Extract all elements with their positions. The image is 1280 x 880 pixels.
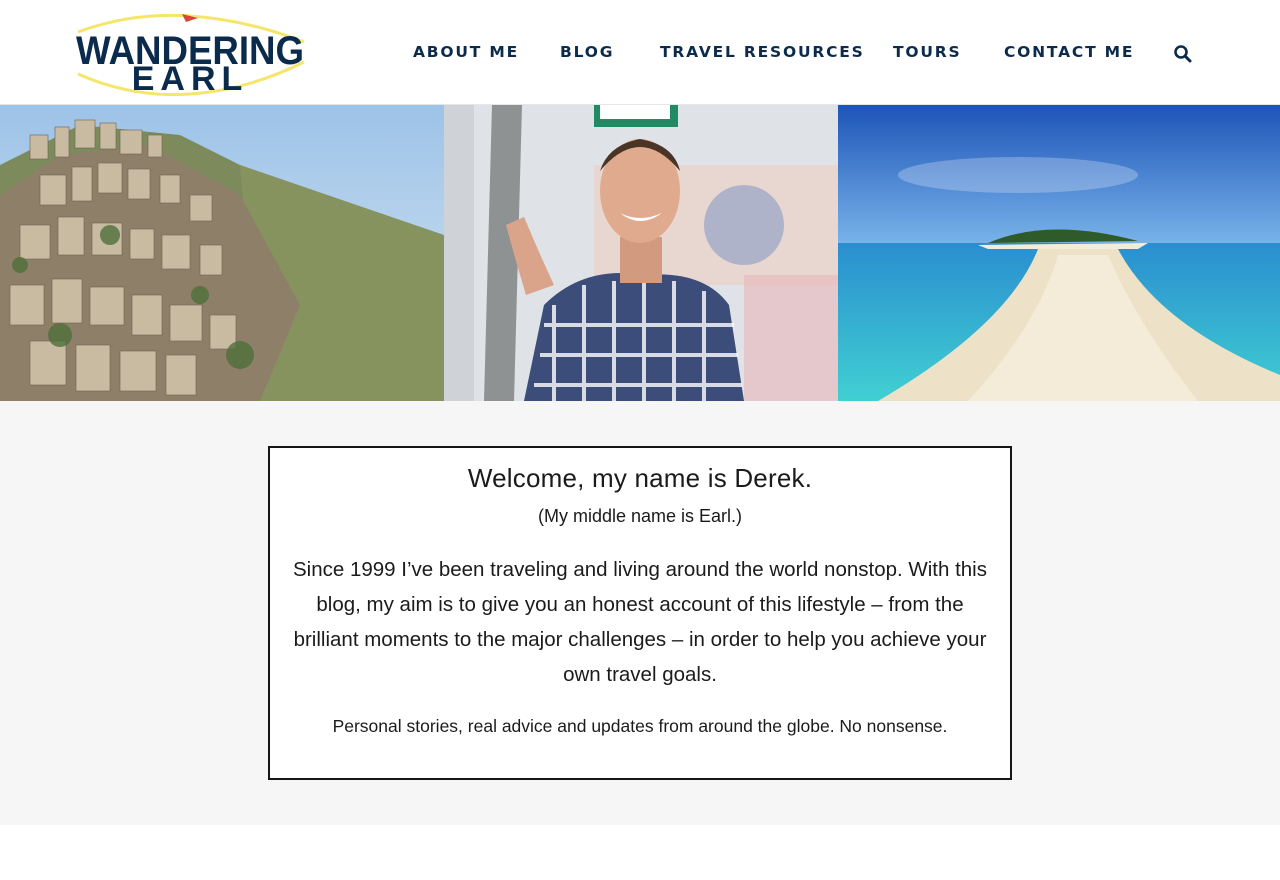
tagline: Personal stories, real advice and update… [332, 716, 948, 736]
hero-banner [0, 105, 1280, 401]
site-header: WANDERING EARL ABOUT ME BLOG TRAVEL RESO… [0, 0, 1280, 105]
welcome-heading: Welcome, my name is Derek. [467, 463, 813, 493]
intro-section: Welcome, my name is Derek. (My middle na… [0, 401, 1280, 825]
nav-about-me[interactable]: ABOUT ME [413, 42, 519, 62]
nav-contact-me[interactable]: CONTACT ME [1004, 42, 1134, 62]
welcome-subheading: (My middle name is Earl.) [537, 506, 743, 526]
main-nav: ABOUT ME BLOG TRAVEL RESOURCES TOURS CON… [0, 42, 1280, 66]
nav-travel-resources[interactable]: TRAVEL RESOURCES [660, 42, 865, 62]
tropical-sandbar-beach-photo [838, 105, 1280, 401]
traveler-portrait-photo [444, 105, 838, 401]
welcome-box: Welcome, my name is Derek. (My middle na… [268, 446, 1012, 780]
nav-tours[interactable]: TOURS [893, 42, 961, 62]
mountain-village-photo [0, 105, 444, 401]
nav-blog[interactable]: BLOG [560, 42, 614, 62]
search-icon[interactable] [1173, 44, 1193, 64]
intro-paragraph: Since 1999 I’ve been traveling and livin… [292, 558, 987, 686]
